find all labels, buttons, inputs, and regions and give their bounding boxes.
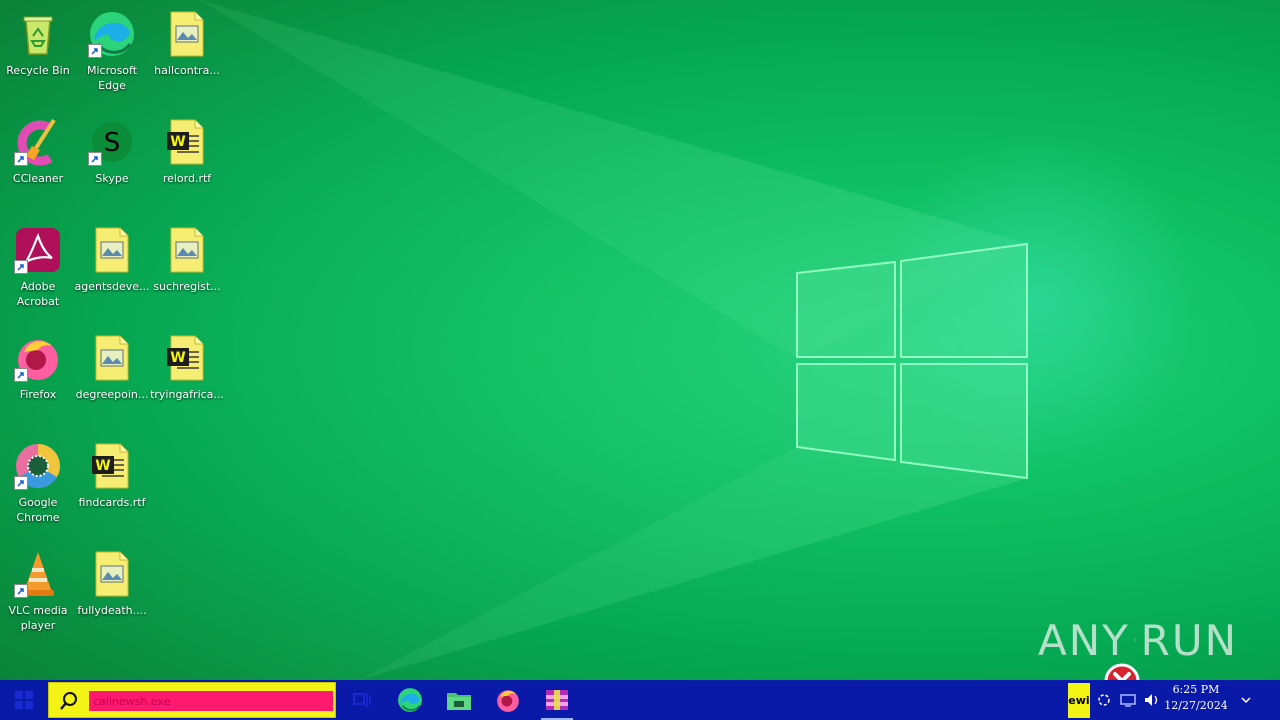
winrar-icon [546,690,568,710]
desktop-icon-google-chrome[interactable]: Google Chrome [0,436,76,536]
icon-label: Microsoft Edge [86,64,138,92]
taskbar-winrar-button[interactable] [533,680,581,720]
icon-label: VLC media player [8,604,68,632]
image-file-icon [88,550,136,598]
icon-label: Firefox [19,388,57,401]
ccleaner-icon [14,118,62,166]
watermark-right-text: RUN [1140,615,1238,665]
icon-label: Adobe Acrobat [16,280,60,308]
network-icon [1120,694,1136,707]
start-button[interactable] [0,680,48,720]
shortcut-arrow-icon [14,584,28,598]
desktop-icon-relord[interactable]: W relord.rtf [149,112,225,212]
edge-icon [398,688,422,712]
shortcut-arrow-icon [88,44,102,58]
tray-app-badge[interactable]: ewi [1068,683,1090,718]
icon-label: fullydeath.... [77,604,147,617]
image-file-icon [88,334,136,382]
folder-icon [447,693,471,710]
image-file-icon [88,226,136,274]
desktop: Recycle Bin CCleaner Adobe Acrobat Firef… [0,0,1280,680]
tray-overflow-chevron[interactable] [1094,690,1114,710]
shortcut-arrow-icon [14,368,28,382]
icon-label: hallcontra... [154,64,220,77]
taskbar-clock[interactable]: 6:25 PM 12/27/2024 [1160,682,1232,718]
desktop-icon-recycle-bin[interactable]: Recycle Bin [0,4,76,104]
icon-label: relord.rtf [162,172,212,185]
icon-label: findcards.rtf [78,496,146,509]
task-view-icon [353,693,371,707]
icon-label: Recycle Bin [6,64,70,77]
firefox-icon [497,690,519,712]
word-document-icon: W [163,334,211,382]
icon-label: CCleaner [12,172,64,185]
desktop-icon-findcards[interactable]: W findcards.rtf [74,436,150,536]
icon-label: agentsdeve... [74,280,150,293]
desktop-icon-adobe-acrobat[interactable]: Adobe Acrobat [0,220,76,320]
clock-date: 12/27/2024 [1164,699,1228,712]
tray-network-button[interactable] [1118,690,1138,710]
svg-text:W: W [95,458,110,474]
taskbar-firefox-button[interactable] [484,680,532,720]
desktop-icon-microsoft-edge[interactable]: Microsoft Edge [74,4,150,104]
desktop-icon-tryingafrica[interactable]: W tryingafrica... [149,328,225,428]
svg-text:W: W [170,134,185,150]
icon-label: tryingafrica... [150,388,224,401]
desktop-icon-ccleaner[interactable]: CCleaner [0,112,76,212]
tray-sync-icon [1098,694,1110,706]
shortcut-arrow-icon [14,152,28,166]
clock-time: 6:25 PM [1172,683,1220,696]
taskbar-file-explorer-button[interactable] [435,680,483,720]
icon-label: Skype [95,172,129,185]
task-view-button[interactable] [338,680,386,720]
desktop-icon-agentsdeve[interactable]: agentsdeve... [74,220,150,320]
desktop-icon-degreepoin[interactable]: degreepoin... [74,328,150,428]
search-icon [60,692,77,710]
recycle-bin-icon [14,10,62,58]
windows-start-icon [15,691,33,709]
google-chrome-icon [14,442,62,490]
desktop-icon-skype[interactable]: S Skype [74,112,150,212]
shortcut-arrow-icon [88,152,102,166]
icon-label: Google Chrome [16,496,60,524]
icon-label: suchregist... [153,280,221,293]
search-input[interactable] [89,691,333,711]
watermark-left-text: ANY [1038,615,1130,665]
shortcut-arrow-icon [14,260,28,274]
desktop-icon-fullydeath[interactable]: fullydeath.... [74,544,150,644]
taskbar-search-box[interactable] [48,682,336,718]
skype-icon: S [88,118,136,166]
desktop-icon-suchregist[interactable]: suchregist... [149,220,225,320]
tray-volume-button[interactable] [1142,690,1162,710]
desktop-icon-hallcontra[interactable]: hallcontra... [149,4,225,104]
word-document-icon: W [163,118,211,166]
desktop-icon-vlc[interactable]: VLC media player [0,544,76,644]
vlc-cone-icon [14,550,62,598]
image-file-icon [163,226,211,274]
desktop-icon-firefox[interactable]: Firefox [0,328,76,428]
taskbar-edge-button[interactable] [386,680,434,720]
shortcut-arrow-icon [14,476,28,490]
volume-icon [1145,694,1158,706]
anyrun-watermark: ANY RUN [1038,614,1238,666]
edge-icon [88,10,136,58]
chevron-down-icon [1241,697,1251,704]
image-file-icon [163,10,211,58]
notification-button[interactable] [1236,690,1256,710]
icon-label: degreepoin... [75,388,149,401]
firefox-icon [14,334,62,382]
svg-text:W: W [170,350,185,366]
play-triangle-icon [1134,638,1137,642]
word-document-icon: W [88,442,136,490]
svg-text:S: S [104,128,121,158]
adobe-acrobat-icon [14,226,62,274]
